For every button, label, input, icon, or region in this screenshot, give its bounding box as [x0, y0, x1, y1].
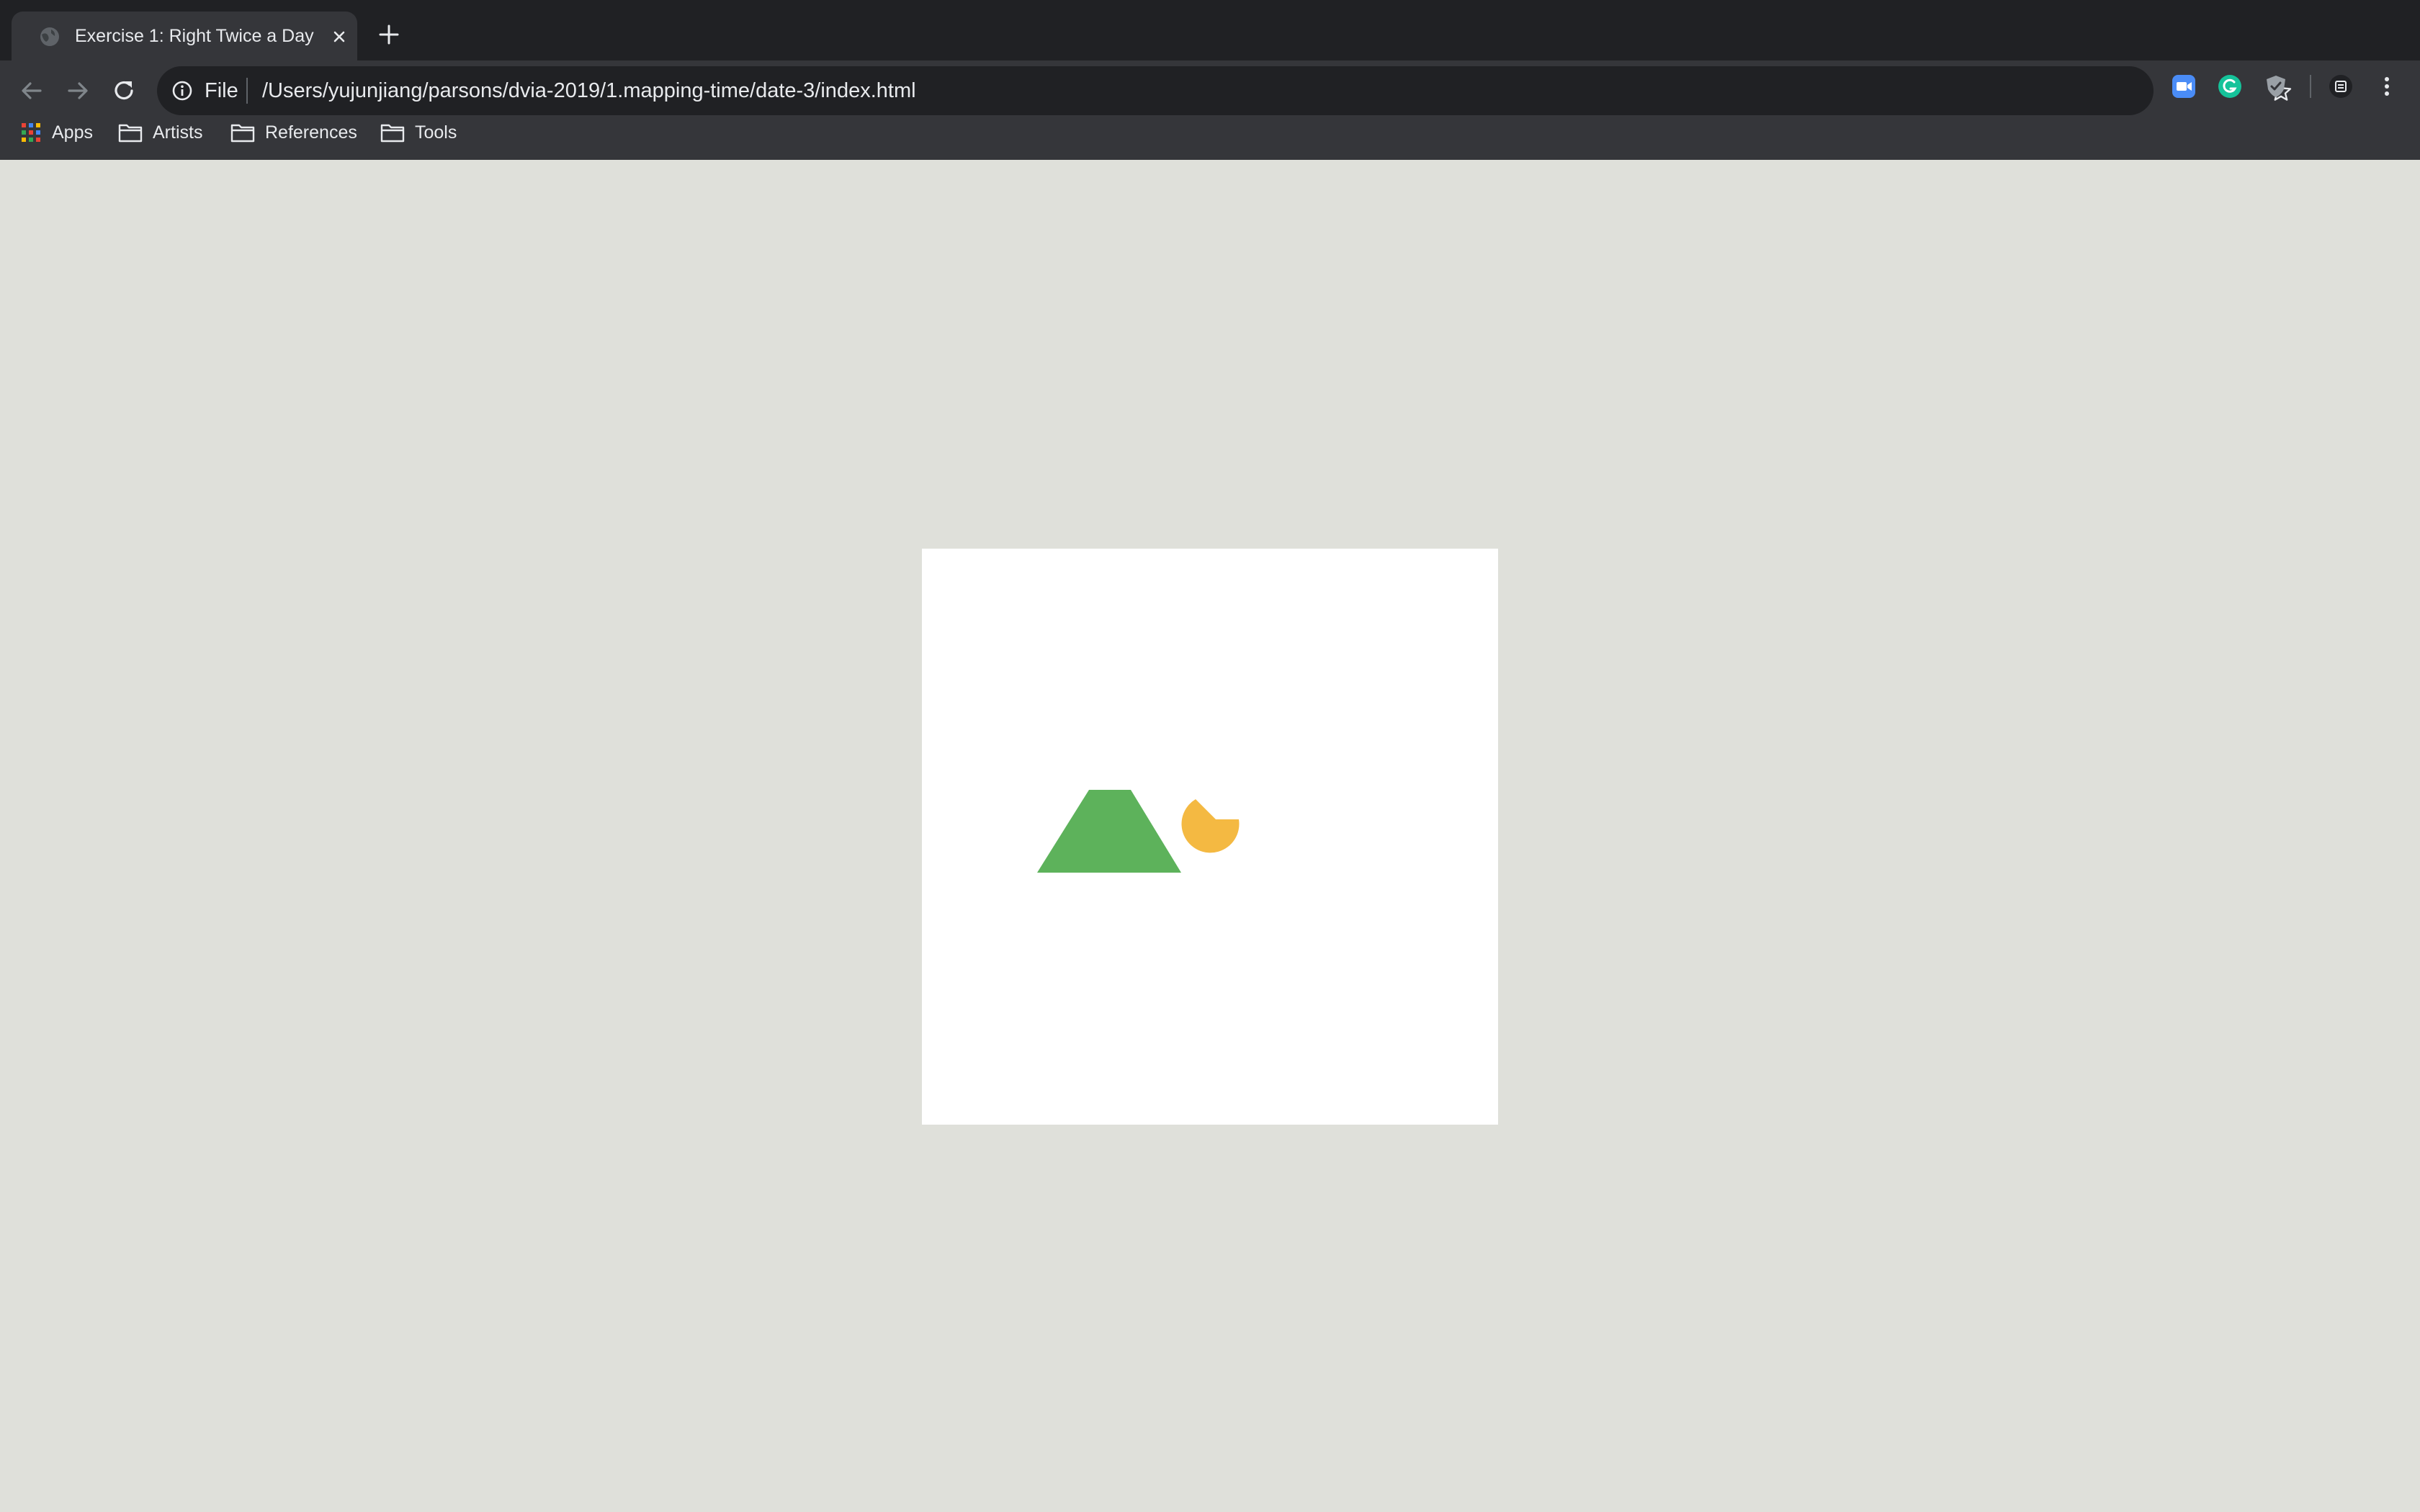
bookmark-tools[interactable]: Tools — [380, 118, 457, 147]
folder-icon — [230, 124, 255, 143]
url-text[interactable]: /Users/yujunjiang/parsons/dvia-2019/1.ma… — [262, 76, 916, 105]
info-icon[interactable] — [170, 78, 194, 103]
active-tab[interactable]: Exercise 1: Right Twice a Day — [12, 12, 357, 60]
page-viewport — [0, 160, 2420, 1512]
bookmark-artists[interactable]: Artists — [118, 118, 202, 147]
grammarly-icon[interactable] — [2217, 73, 2243, 99]
arrow-right-icon[interactable] — [60, 73, 95, 108]
shield-icon[interactable] — [2263, 73, 2289, 99]
bookmark-label: Apps — [52, 122, 93, 143]
green-trapezoid — [1037, 790, 1181, 873]
tab-strip: Exercise 1: Right Twice a Day — [0, 0, 2420, 60]
close-icon[interactable] — [328, 26, 350, 48]
reload-icon[interactable] — [107, 73, 141, 108]
bookmark-label: Artists — [153, 122, 203, 143]
canvas-drawing — [1037, 790, 1240, 873]
scheme-label: File — [205, 79, 238, 102]
bookmark-label: References — [265, 122, 357, 143]
folder-icon — [380, 124, 405, 143]
address-separator — [246, 78, 248, 104]
bookmarks-bar: Apps Artists References Tools — [0, 108, 2420, 160]
globe-icon — [40, 27, 59, 46]
toolbar-separator — [2310, 75, 2311, 98]
browser-window: Exercise 1: Right Twice a Day File /User… — [0, 0, 2420, 1512]
arrow-left-icon[interactable] — [14, 73, 49, 108]
drawing-canvas — [922, 549, 1498, 1125]
folder-icon — [118, 124, 143, 143]
kebab-menu-icon[interactable] — [2374, 73, 2400, 99]
yellow-partial-circle — [1181, 799, 1240, 853]
bookmark-references[interactable]: References — [230, 118, 357, 147]
tab-title: Exercise 1: Right Twice a Day — [75, 26, 314, 46]
bookmark-label: Tools — [415, 122, 457, 143]
apps-grid-icon — [22, 123, 40, 142]
bookmark-apps[interactable]: Apps — [20, 118, 93, 147]
extension-icon[interactable] — [2328, 73, 2354, 99]
new-tab-plus-icon[interactable] — [376, 22, 402, 48]
zoom-video-icon[interactable] — [2171, 73, 2197, 99]
